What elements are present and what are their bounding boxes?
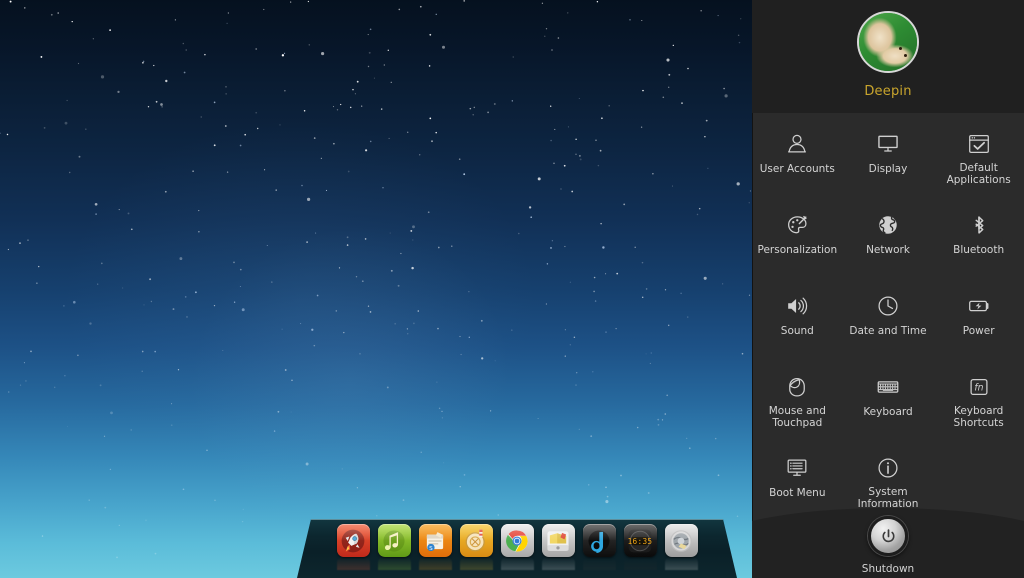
- user-icon: [782, 129, 812, 159]
- avatar-detail: [904, 54, 907, 57]
- settings-item-date-and-time[interactable]: Date and Time: [843, 287, 934, 348]
- settings-item-label: Keyboard: [863, 406, 912, 418]
- settings-item-label: Mouse andTouchpad: [769, 405, 826, 429]
- dock-item-file-manager[interactable]: [542, 524, 575, 557]
- chrome-icon: [501, 524, 534, 557]
- settings-item-label: Sound: [781, 325, 814, 337]
- settings-item-default-applications[interactable]: DefaultApplications: [933, 125, 1024, 186]
- settings-item-personalization[interactable]: Personalization: [752, 206, 843, 267]
- globe-disc-icon: [665, 524, 698, 557]
- settings-item-label: Bluetooth: [953, 244, 1004, 256]
- avatar-detail: [899, 47, 902, 50]
- avatar[interactable]: [857, 11, 919, 73]
- settings-grid: User Accounts Display DefaultApplications P…: [752, 125, 1024, 510]
- palette-icon: [782, 210, 812, 240]
- dock-item-clock[interactable]: 16:35: [624, 524, 657, 557]
- bluetooth-icon: [964, 210, 994, 240]
- dock-item-launcher[interactable]: [337, 524, 370, 557]
- mouse-icon: [782, 372, 812, 401]
- settings-item-label: Power: [963, 325, 995, 337]
- control-center-panel: Deepin User Accounts Display DefaultApplic…: [752, 0, 1024, 578]
- info-circle-icon: [873, 453, 903, 482]
- dock-item-deepin-terminal[interactable]: [583, 524, 616, 557]
- dock-icon-list: S: [297, 524, 737, 568]
- boot-monitor-icon: [782, 453, 812, 483]
- shutdown-block: Shutdown: [752, 516, 1024, 575]
- clock-face-icon: [873, 291, 903, 321]
- settings-item-label: Personalization: [758, 244, 838, 256]
- settings-item-label: DefaultApplications: [947, 162, 1011, 186]
- settings-item-label: SystemInformation: [858, 486, 919, 510]
- settings-item-keyboard[interactable]: Keyboard: [843, 368, 934, 429]
- monitor-icon: [873, 129, 903, 159]
- settings-item-system-information[interactable]: SystemInformation: [843, 449, 934, 510]
- keyboard-icon: [873, 372, 903, 402]
- svg-text:fn: fn: [974, 382, 983, 393]
- shutdown-button[interactable]: [868, 516, 908, 556]
- rocket-icon: [337, 524, 370, 557]
- settings-item-network[interactable]: Network: [843, 206, 934, 267]
- speaker-icon: [782, 291, 812, 321]
- dock[interactable]: S: [297, 519, 737, 578]
- svg-text:16:35: 16:35: [628, 536, 653, 545]
- shutdown-label: Shutdown: [862, 563, 914, 575]
- clock-icon: 16:35: [624, 524, 657, 557]
- svg-text:S: S: [429, 545, 433, 551]
- dock-item-app-store[interactable]: S: [419, 524, 452, 557]
- settings-item-sound[interactable]: Sound: [752, 287, 843, 348]
- control-center-header: Deepin: [752, 0, 1024, 113]
- fn-key-icon: fn: [964, 372, 994, 401]
- avatar-image: [859, 13, 917, 71]
- user-name-label: Deepin: [752, 84, 1024, 99]
- settings-item-label: User Accounts: [760, 163, 835, 175]
- battery-bolt-icon: [964, 291, 994, 321]
- settings-item-label: Network: [866, 244, 910, 256]
- deepin-d-icon: [583, 524, 616, 557]
- dock-item-movie-player[interactable]: [460, 524, 493, 557]
- store-bag-icon: S: [419, 524, 452, 557]
- music-note-icon: [378, 524, 411, 557]
- folder-icon: [542, 524, 575, 557]
- settings-item-label: Date and Time: [849, 325, 926, 337]
- globe-icon: [873, 210, 903, 240]
- settings-item-keyboard-shortcuts[interactable]: fn KeyboardShortcuts: [933, 368, 1024, 429]
- film-reel-icon: [460, 524, 493, 557]
- desktop-screen: S: [0, 0, 1024, 578]
- dock-top-highlight: [311, 519, 723, 520]
- settings-item-label: Display: [869, 163, 908, 175]
- settings-item-display[interactable]: Display: [843, 125, 934, 186]
- settings-item-label: Boot Menu: [769, 487, 825, 499]
- settings-item-mouse-and-touchpad[interactable]: Mouse andTouchpad: [752, 368, 843, 429]
- dock-item-chrome-browser[interactable]: [501, 524, 534, 557]
- settings-item-boot-menu[interactable]: Boot Menu: [752, 449, 843, 510]
- settings-item-bluetooth[interactable]: Bluetooth: [933, 206, 1024, 267]
- dock-item-music-player[interactable]: [378, 524, 411, 557]
- settings-item-label: KeyboardShortcuts: [954, 405, 1004, 429]
- settings-item-power[interactable]: Power: [933, 287, 1024, 348]
- settings-item-user-accounts[interactable]: User Accounts: [752, 125, 843, 186]
- dock-item-system-monitor[interactable]: [665, 524, 698, 557]
- window-check-icon: [964, 129, 994, 158]
- power-symbol-icon: [880, 528, 897, 545]
